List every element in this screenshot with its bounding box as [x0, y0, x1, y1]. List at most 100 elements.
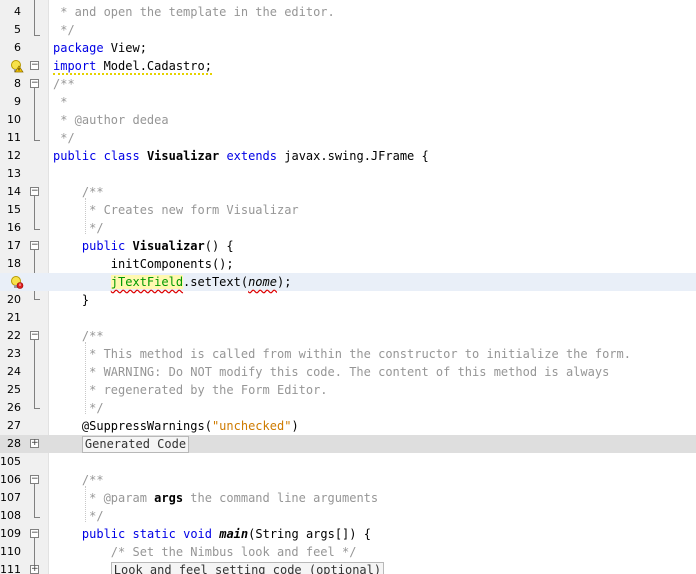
line-number: 27 [7, 419, 21, 432]
line-number: 107 [0, 491, 21, 504]
code-line[interactable]: 16 */ [0, 219, 696, 237]
fold-toggle-expand[interactable]: + [30, 439, 39, 448]
code-line[interactable]: 13 [0, 165, 696, 183]
code-text[interactable]: /** [53, 327, 696, 345]
fold-toggle-expand[interactable]: + [30, 565, 39, 574]
line-number: 6 [14, 41, 21, 54]
code-text[interactable]: /** [53, 471, 696, 489]
line-number: 13 [7, 167, 21, 180]
code-text[interactable]: * @param args the command line arguments [53, 489, 696, 507]
line-number: 8 [14, 77, 21, 90]
collapsed-code-fold[interactable]: Look and feel setting code (optional) [110, 562, 385, 574]
line-number: 18 [7, 257, 21, 270]
line-number: 108 [0, 509, 21, 522]
line-number: 106 [0, 473, 21, 486]
code-text[interactable]: */ [53, 507, 696, 525]
line-number: 17 [7, 239, 21, 252]
code-text[interactable]: public Visualizar() { [53, 237, 696, 255]
code-line[interactable]: 21 [0, 309, 696, 327]
code-line[interactable]: 9 * [0, 93, 696, 111]
line-number: 10 [7, 113, 21, 126]
fold-toggle[interactable]: − [30, 529, 39, 538]
code-text[interactable]: * regenerated by the Form Editor. [53, 381, 696, 399]
line-number: 12 [7, 149, 21, 162]
line-number: 16 [7, 221, 21, 234]
code-text[interactable]: */ [53, 219, 696, 237]
code-text[interactable]: /* Set the Nimbus look and feel */ [53, 543, 696, 561]
error-bulb-icon[interactable] [10, 275, 24, 289]
code-line[interactable]: 12 public class Visualizar extends javax… [0, 147, 696, 165]
code-line-current[interactable]: 19 jTextField.setText(nome); [0, 273, 696, 291]
warning-bulb-icon[interactable] [10, 59, 24, 73]
code-line-folded[interactable]: 28 + Generated Code [0, 435, 696, 453]
code-line[interactable]: 108 */ [0, 507, 696, 525]
code-text[interactable]: /** [53, 75, 696, 93]
fold-toggle[interactable]: − [30, 331, 39, 340]
code-line[interactable]: 109 − public static void main(String arg… [0, 525, 696, 543]
line-number: 110 [0, 545, 21, 558]
line-number: 20 [7, 293, 21, 306]
code-line[interactable]: 27 @SuppressWarnings("unchecked") [0, 417, 696, 435]
code-text[interactable]: @SuppressWarnings("unchecked") [53, 417, 696, 435]
line-number: 9 [14, 95, 21, 108]
fold-toggle[interactable]: − [30, 187, 39, 196]
code-line[interactable]: 14 − /** [0, 183, 696, 201]
code-line[interactable]: 4 * and open the template in the editor. [0, 3, 696, 21]
code-text[interactable]: /** [53, 183, 696, 201]
code-text[interactable]: */ [53, 21, 696, 39]
code-text[interactable]: public static void main(String args[]) { [53, 525, 696, 543]
code-text: Look and feel setting code (optional) [53, 561, 696, 574]
code-line[interactable]: 17 − public Visualizar() { [0, 237, 696, 255]
code-line[interactable]: 22 − /** [0, 327, 696, 345]
code-line[interactable]: 23 * This method is called from within t… [0, 345, 696, 363]
code-line[interactable]: 6 package View; [0, 39, 696, 57]
code-text[interactable]: initComponents(); [53, 255, 696, 273]
line-number: 28 [7, 437, 21, 450]
code-line[interactable]: 106 − /** [0, 471, 696, 489]
fold-toggle[interactable]: − [30, 241, 39, 250]
code-text[interactable]: * WARNING: Do NOT modify this code. The … [53, 363, 696, 381]
fold-toggle[interactable]: − [30, 475, 39, 484]
code-editor[interactable]: 4 * and open the template in the editor.… [0, 0, 696, 574]
code-text[interactable]: } [53, 291, 696, 309]
code-line[interactable]: 8 − /** [0, 75, 696, 93]
line-number: 111 [0, 563, 21, 574]
line-number: 15 [7, 203, 21, 216]
fold-toggle[interactable]: − [30, 61, 39, 70]
code-text[interactable]: */ [53, 399, 696, 417]
line-number: 4 [14, 5, 21, 18]
code-text[interactable]: * and open the template in the editor. [53, 3, 696, 21]
code-text[interactable]: jTextField.setText(nome); [53, 273, 696, 291]
code-text[interactable]: * This method is called from within the … [53, 345, 696, 363]
code-line[interactable]: 11 */ [0, 129, 696, 147]
code-line[interactable]: 105 [0, 453, 696, 471]
line-number: 109 [0, 527, 21, 540]
code-text[interactable]: * Creates new form Visualizar [53, 201, 696, 219]
code-text[interactable]: * @author dedea [53, 111, 696, 129]
code-text[interactable]: */ [53, 129, 696, 147]
code-line-folded[interactable]: 111 + Look and feel setting code (option… [0, 561, 696, 574]
line-number: 22 [7, 329, 21, 342]
keyword-token: import [53, 59, 97, 73]
code-line[interactable]: 107 * @param args the command line argum… [0, 489, 696, 507]
line-number: 5 [14, 23, 21, 36]
code-text[interactable]: import Model.Cadastro; [53, 57, 696, 75]
code-line[interactable]: 18 initComponents(); [0, 255, 696, 273]
line-number: 14 [7, 185, 21, 198]
code-line[interactable]: 24 * WARNING: Do NOT modify this code. T… [0, 363, 696, 381]
code-line[interactable]: 26 */ [0, 399, 696, 417]
generated-code-fold[interactable]: Generated Code [81, 436, 190, 453]
code-line[interactable]: 15 * Creates new form Visualizar [0, 201, 696, 219]
code-text[interactable]: * [53, 93, 696, 111]
code-text[interactable]: public class Visualizar extends javax.sw… [53, 147, 696, 165]
code-line[interactable]: 110 /* Set the Nimbus look and feel */ [0, 543, 696, 561]
fold-toggle[interactable]: − [30, 79, 39, 88]
line-number: 11 [7, 131, 21, 144]
code-line[interactable]: 20 } [0, 291, 696, 309]
code-line[interactable]: 25 * regenerated by the Form Editor. [0, 381, 696, 399]
code-line[interactable]: 5 */ [0, 21, 696, 39]
code-line[interactable]: 7 − import Model.Cadastro; [0, 57, 696, 75]
line-number: 21 [7, 311, 21, 324]
code-line[interactable]: 10 * @author dedea [0, 111, 696, 129]
code-text[interactable]: package View; [53, 39, 696, 57]
